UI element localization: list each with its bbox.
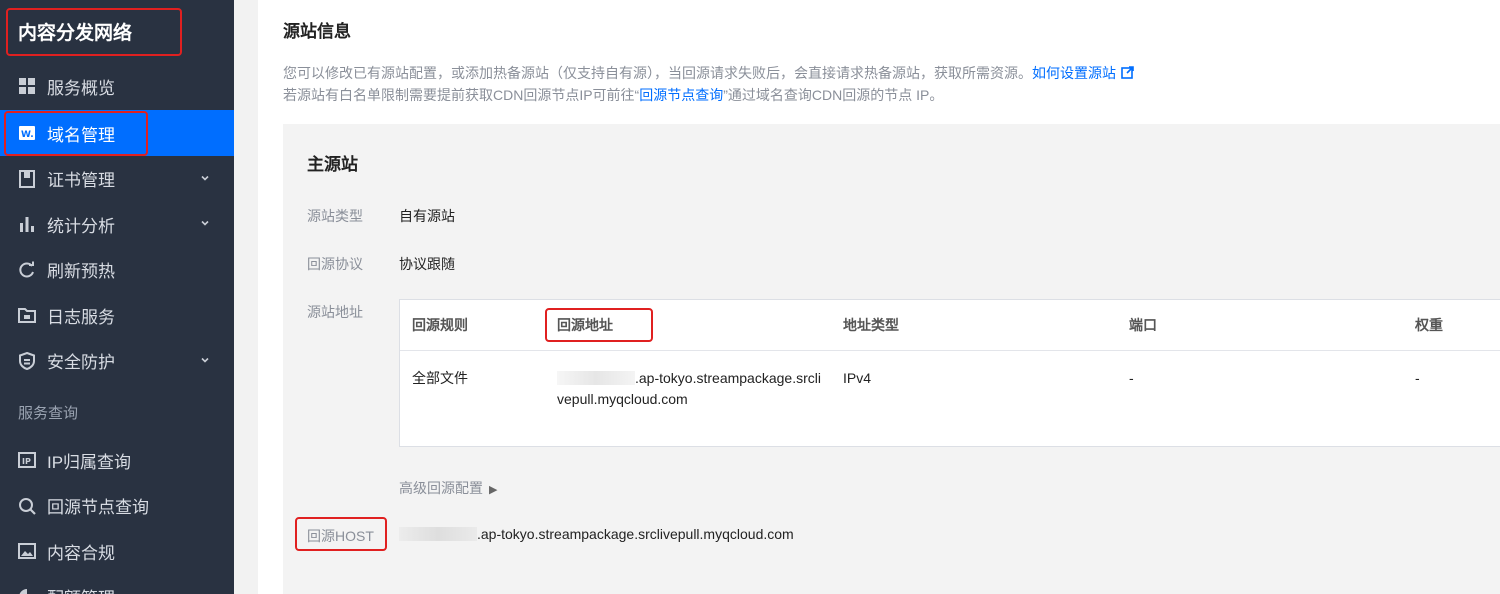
app-title: 内容分发网络 (0, 0, 234, 62)
cell-weight: - (1415, 370, 1420, 386)
cell-rule: 全部文件 (412, 370, 468, 386)
svg-text:W.: W. (21, 130, 34, 140)
sidebar-item-label: 安全防护 (47, 353, 115, 373)
sidebar: 内容分发网络 服务概览 W. 域名管理 证书管理 统计分析 刷新预热 日志服务 … (0, 0, 234, 594)
origin-host-label: 回源HOST (307, 528, 374, 544)
sidebar-item-label: 内容合规 (47, 543, 115, 563)
sidebar-item-statistics[interactable]: 统计分析 (0, 202, 234, 248)
svg-text:IP: IP (22, 457, 31, 466)
chevron-down-icon (201, 221, 209, 226)
grid-icon (18, 77, 36, 95)
image-icon (18, 542, 36, 560)
column-header-port: 端口 (1129, 317, 1157, 333)
log-folder-icon (18, 306, 36, 324)
redacted-region (557, 371, 635, 385)
domain-icon: W. (18, 124, 36, 142)
sidebar-item-label: 服务概览 (47, 78, 115, 98)
main-content: 源站信息 您可以修改已有源站配置，或添加热备源站（仅支持自有源），当回源请求失败… (234, 0, 1500, 594)
description: 您可以修改已有源站配置，或添加热备源站（仅支持自有源），当回源请求失败后，会直接… (283, 62, 1134, 106)
protocol-value: 协议跟随 (399, 256, 455, 272)
origin-type-label: 源站类型 (307, 208, 363, 224)
sidebar-item-label: IP归属查询 (47, 452, 132, 472)
refresh-icon (18, 261, 36, 279)
primary-origin-title: 主源站 (307, 155, 358, 174)
protocol-label: 回源协议 (307, 256, 363, 272)
caret-right-icon: ▶ (489, 484, 498, 496)
column-header-address: 回源地址 (557, 317, 613, 333)
pie-icon (18, 588, 36, 594)
sidebar-item-label: 统计分析 (47, 216, 115, 236)
search-icon (18, 497, 36, 515)
sidebar-section-service-query: 服务查询 (18, 405, 79, 422)
column-header-rule: 回源规则 (412, 317, 468, 333)
sidebar-item-label: 回源节点查询 (47, 498, 149, 518)
origin-host-value: .ap-tokyo.streampackage.srclivepull.myqc… (399, 526, 794, 542)
shield-icon (18, 351, 36, 370)
section-title: 源站信息 (283, 22, 351, 41)
sidebar-item-label: 日志服务 (47, 307, 115, 327)
table-header: 回源规则 回源地址 地址类型 端口 权重 (400, 300, 1500, 351)
origin-info-card: 源站信息 您可以修改已有源站配置，或添加热备源站（仅支持自有源），当回源请求失败… (258, 0, 1500, 594)
origin-address-table: 回源规则 回源地址 地址类型 端口 权重 全部文件 .ap-tokyo.stre… (399, 299, 1500, 447)
cell-address-type: IPv4 (843, 370, 872, 386)
sidebar-item-label: 刷新预热 (47, 262, 115, 282)
sidebar-item-refresh-preheat[interactable]: 刷新预热 (0, 247, 234, 293)
app-root: 内容分发网络 服务概览 W. 域名管理 证书管理 统计分析 刷新预热 日志服务 … (0, 0, 1500, 594)
how-to-set-origin-link[interactable]: 如何设置源站 (1032, 65, 1116, 81)
description-line-1: 您可以修改已有源站配置，或添加热备源站（仅支持自有源），当回源请求失败后，会直接… (283, 62, 1134, 84)
sidebar-item-label: 配额管理 (47, 584, 115, 594)
sidebar-item-label: 域名管理 (47, 125, 115, 145)
cell-address: .ap-tokyo.streampackage.srclivepull.myqc… (557, 370, 821, 407)
chevron-down-icon (201, 357, 209, 363)
sidebar-item-overview[interactable]: 服务概览 (0, 62, 234, 110)
origin-address-label: 源站地址 (307, 304, 363, 320)
sidebar-item-ip-lookup[interactable]: IP IP归属查询 (0, 438, 234, 484)
redacted-region (399, 527, 477, 541)
primary-origin-panel: 主源站 源站类型 自有源站 回源协议 协议跟随 源站地址 回源规则 回源地址 地… (283, 124, 1500, 594)
sidebar-item-label: 证书管理 (47, 171, 115, 191)
column-header-address-type: 地址类型 (843, 317, 899, 333)
sidebar-item-quota-management[interactable]: 配额管理 (0, 574, 234, 594)
chevron-down-icon (201, 175, 209, 181)
column-header-weight: 权重 (1415, 317, 1443, 333)
sidebar-item-security-protection[interactable]: 安全防护 (0, 338, 234, 384)
description-line-2: 若源站有白名单限制需要提前获取CDN回源节点IP可前往“回源节点查询”通过域名查… (283, 87, 944, 103)
origin-node-query-link[interactable]: 回源节点查询 (639, 87, 723, 103)
sidebar-item-domain-management[interactable]: W. 域名管理 (0, 110, 234, 156)
cell-port: - (1129, 370, 1134, 386)
sidebar-item-log-service[interactable]: 日志服务 (0, 293, 234, 339)
advanced-origin-config-toggle[interactable]: 高级回源配置 ▶ (399, 478, 497, 498)
certificate-icon (18, 169, 36, 188)
sidebar-item-certificate-management[interactable]: 证书管理 (0, 156, 234, 202)
sidebar-item-content-compliance[interactable]: 内容合规 (0, 529, 234, 575)
bar-chart-icon (18, 215, 36, 233)
sidebar-item-origin-node-query[interactable]: 回源节点查询 (0, 483, 234, 529)
ip-icon: IP (18, 451, 36, 469)
external-link-icon[interactable] (1121, 66, 1134, 79)
origin-type-value: 自有源站 (399, 208, 455, 224)
